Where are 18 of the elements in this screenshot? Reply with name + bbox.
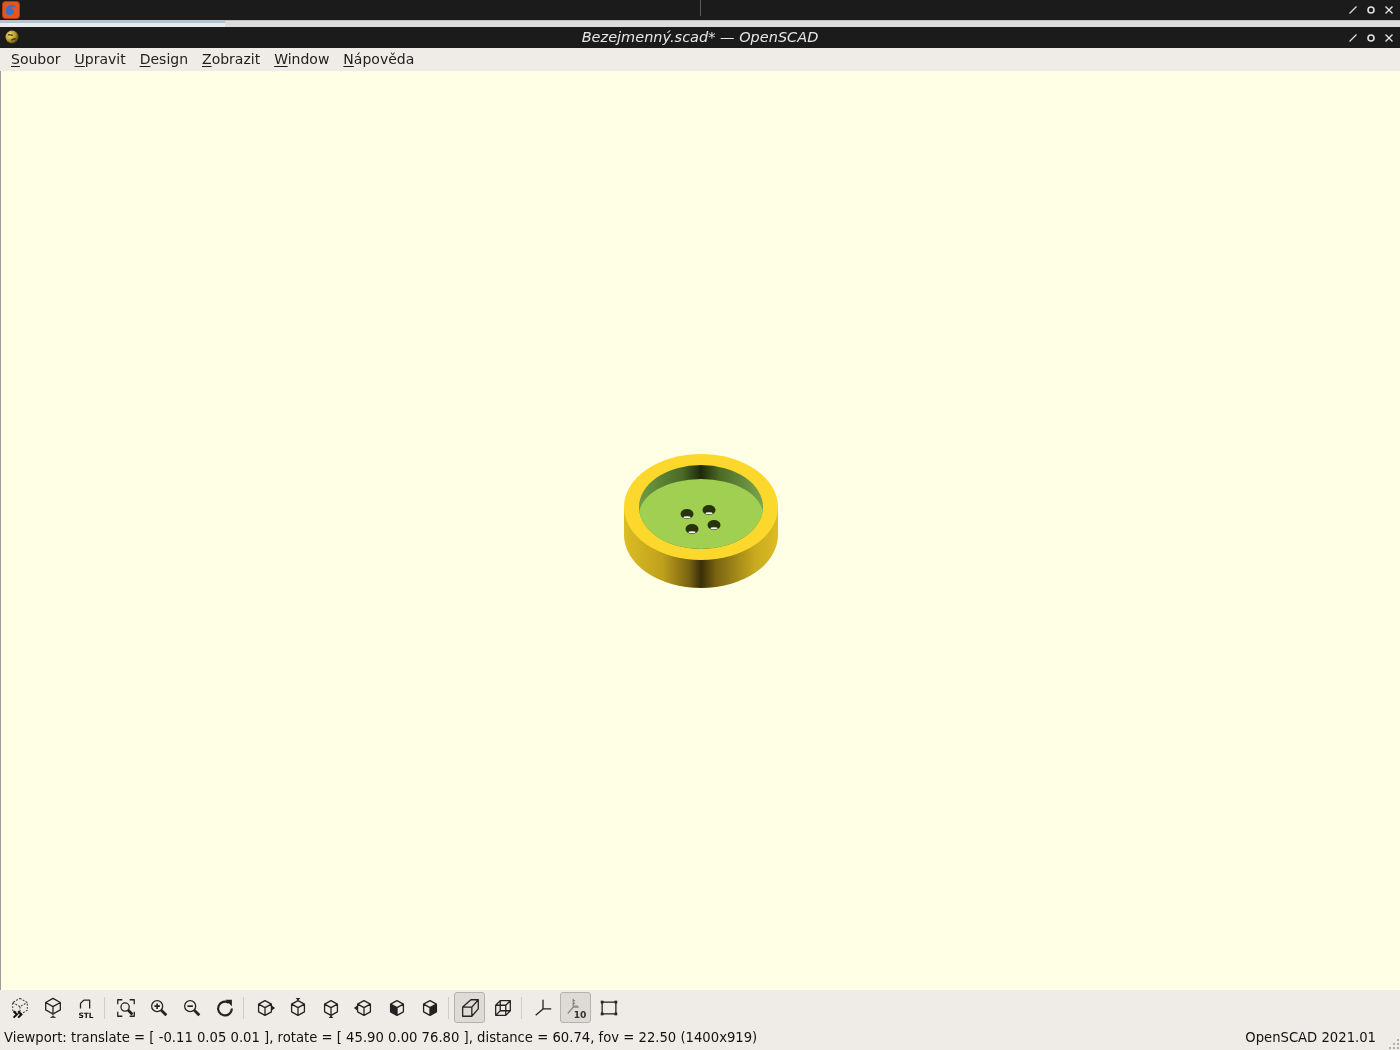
menu-item[interactable]: Design [132, 48, 196, 71]
menu-item[interactable]: Window [267, 48, 337, 71]
window-title: Bezejmenný.scad* — OpenSCAD [581, 28, 819, 47]
swirl-icon[interactable] [2, 1, 20, 19]
version-text: OpenSCAD 2021.01 [1245, 1029, 1376, 1047]
slash-icon[interactable] [1349, 6, 1357, 14]
circle-icon[interactable] [1367, 33, 1375, 42]
circle-icon[interactable] [1367, 6, 1375, 14]
resize-grip-icon[interactable] [1389, 1039, 1399, 1049]
close-icon[interactable] [1385, 33, 1393, 42]
menu-item[interactable]: Nápověda [336, 48, 422, 71]
sphere-icon[interactable] [5, 30, 19, 44]
menu-item[interactable]: Upravit [67, 48, 133, 71]
menu-item[interactable]: Soubor [4, 48, 68, 71]
viewport-status-text: Viewport: translate = [ -0.11 0.05 0.01 ], rotate = [ 45.90 0.00 76.80 ], distance = 60.74, fov = 22.50 (1400x919) [4, 1029, 758, 1047]
slash-icon[interactable] [1349, 33, 1357, 42]
menu-item[interactable]: Zobrazit [195, 48, 268, 71]
close-icon[interactable] [1385, 6, 1393, 14]
